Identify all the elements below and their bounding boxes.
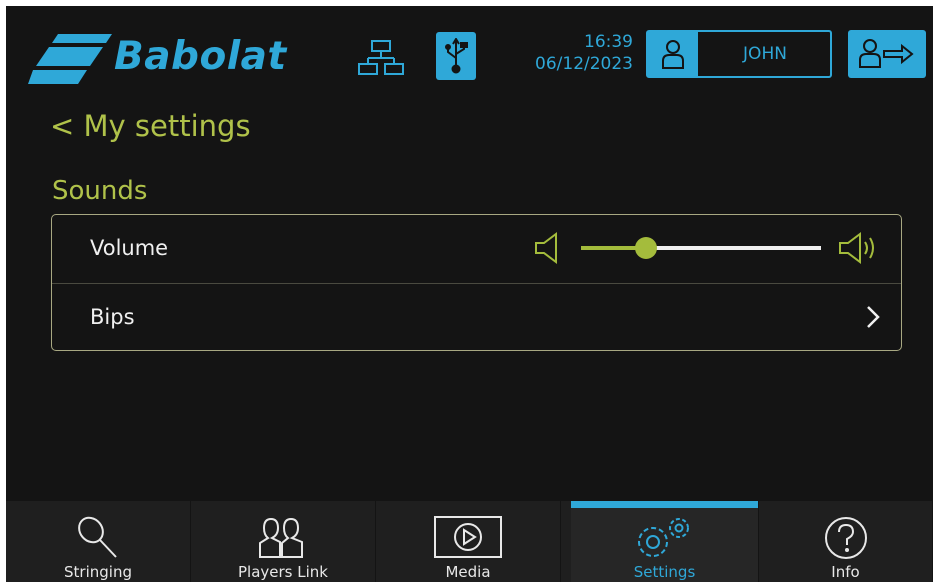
device-screen: Babolat 16:39 06/12/2023 JOHN < My setti…	[6, 6, 933, 582]
question-icon	[824, 517, 867, 559]
volume-label: Volume	[90, 236, 169, 260]
clock-time: 16:39	[584, 32, 633, 52]
user-icon	[648, 32, 698, 76]
volume-slider[interactable]	[581, 235, 821, 261]
volume-low-icon[interactable]	[534, 231, 566, 269]
usb-icon	[436, 32, 476, 80]
tab-players-link-label: Players Link	[238, 563, 328, 581]
tab-info-label: Info	[831, 563, 860, 581]
network-icon	[358, 40, 404, 80]
brand-logo-text: Babolat	[114, 34, 287, 79]
volume-row: Volume	[52, 215, 901, 283]
tab-stringing[interactable]: Stringing	[6, 501, 191, 582]
user-name: JOHN	[743, 44, 787, 64]
bottom-nav: Stringing Players Link Media Settings In…	[6, 501, 933, 582]
user-button[interactable]: JOHN	[646, 30, 832, 78]
bips-row[interactable]: Bips	[52, 283, 901, 352]
clock: 16:39 06/12/2023	[503, 31, 633, 75]
section-title: Sounds	[52, 176, 148, 206]
tab-settings-label: Settings	[633, 563, 696, 581]
back-button[interactable]: < My settings	[50, 109, 251, 143]
tab-settings[interactable]: Settings	[571, 501, 759, 582]
active-tab-indicator	[571, 501, 758, 508]
racket-icon	[78, 516, 117, 558]
players-icon	[259, 517, 303, 558]
volume-high-icon[interactable]	[838, 231, 882, 269]
logout-button[interactable]	[848, 30, 926, 78]
gear-icon	[637, 518, 689, 557]
tab-stringing-label: Stringing	[64, 563, 132, 581]
chevron-right-icon	[862, 304, 882, 334]
tab-media[interactable]: Media	[376, 501, 561, 582]
play-icon	[434, 516, 502, 558]
tab-info[interactable]: Info	[759, 501, 933, 582]
tab-players-link[interactable]: Players Link	[191, 501, 376, 582]
babolat-logo-icon	[28, 34, 112, 88]
tab-media-label: Media	[445, 563, 491, 581]
sounds-panel: Volume Bips	[51, 214, 902, 351]
clock-date: 06/12/2023	[535, 54, 633, 74]
bips-label: Bips	[90, 305, 135, 329]
volume-slider-handle[interactable]	[634, 237, 657, 259]
